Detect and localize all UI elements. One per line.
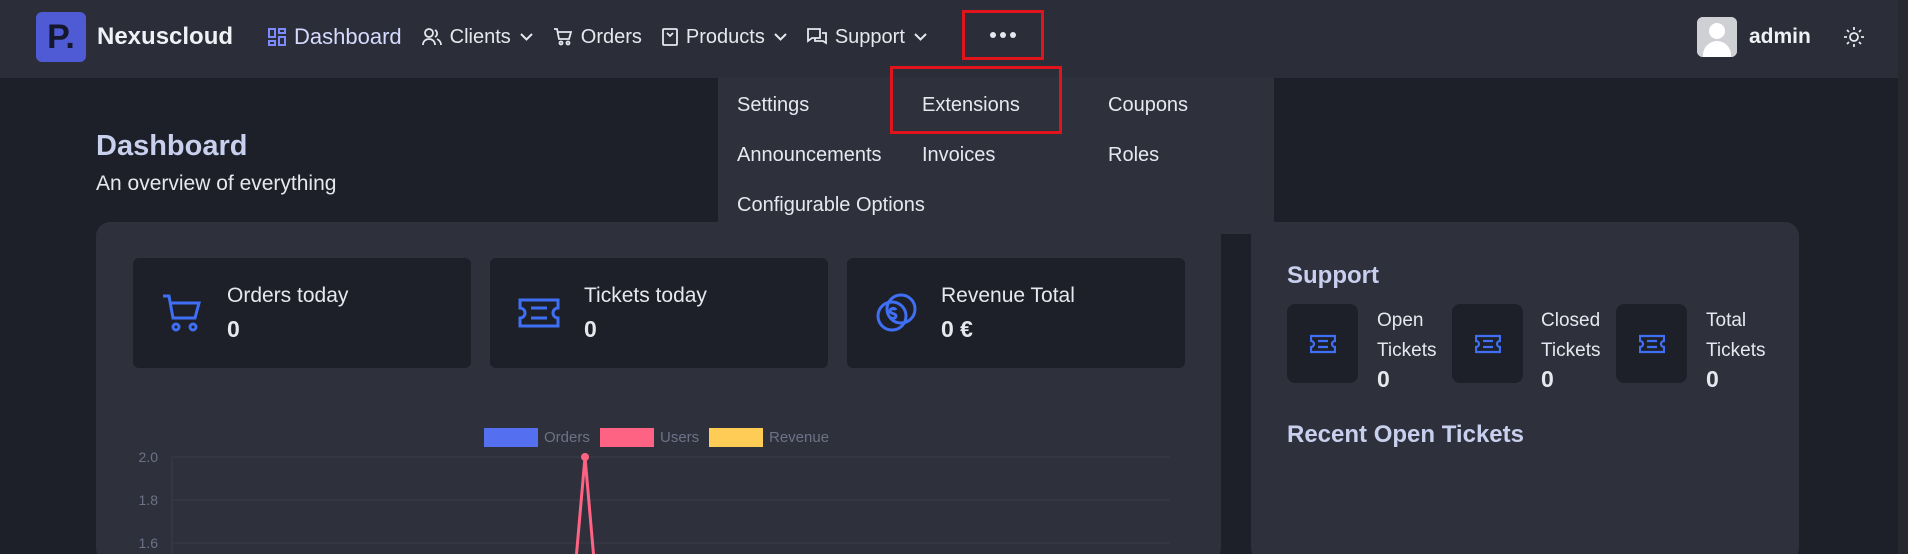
open-tickets-label: Open Tickets: [1377, 310, 1437, 361]
total-tickets-value: 0: [1706, 366, 1719, 392]
support-title: Support: [1287, 262, 1379, 289]
menu-item-settings[interactable]: Settings: [737, 94, 809, 117]
open-tickets-value: 0: [1377, 366, 1390, 392]
y-tick-label: 2.0: [139, 449, 159, 465]
ticket-icon: [1638, 334, 1665, 353]
ticket-icon: [1309, 334, 1336, 353]
recent-open-tickets-title: Recent Open Tickets: [1287, 421, 1524, 448]
ticket-icon: [1474, 334, 1501, 353]
closed-tickets-label: Closed Tickets: [1541, 310, 1601, 361]
total-tickets-icon-box: [1616, 304, 1687, 383]
sun-icon: [1844, 27, 1864, 47]
highlight-box: [890, 66, 1062, 134]
menu-item-coupons[interactable]: Coupons: [1108, 94, 1188, 117]
menu-item-roles[interactable]: Roles: [1108, 144, 1159, 167]
y-tick-label: 1.6: [139, 535, 159, 551]
users-data-point[interactable]: [581, 453, 589, 461]
menu-item-invoices[interactable]: Invoices: [922, 144, 995, 167]
closed-tickets-value: 0: [1541, 366, 1554, 392]
scrollbar[interactable]: [1898, 0, 1908, 554]
menu-item-configurable-options[interactable]: Configurable Options: [737, 194, 925, 217]
total-tickets-label: Total Tickets: [1706, 310, 1766, 361]
open-tickets-icon-box: [1287, 304, 1358, 383]
menu-item-announcements[interactable]: Announcements: [737, 144, 882, 167]
closed-tickets-icon-box: [1452, 304, 1523, 383]
user-menu[interactable]: admin: [1697, 17, 1811, 57]
y-tick-label: 1.8: [139, 492, 159, 508]
avatar: [1697, 17, 1737, 57]
user-name: admin: [1749, 25, 1811, 48]
users-series-line: [575, 456, 595, 554]
theme-toggle[interactable]: [1844, 27, 1864, 52]
